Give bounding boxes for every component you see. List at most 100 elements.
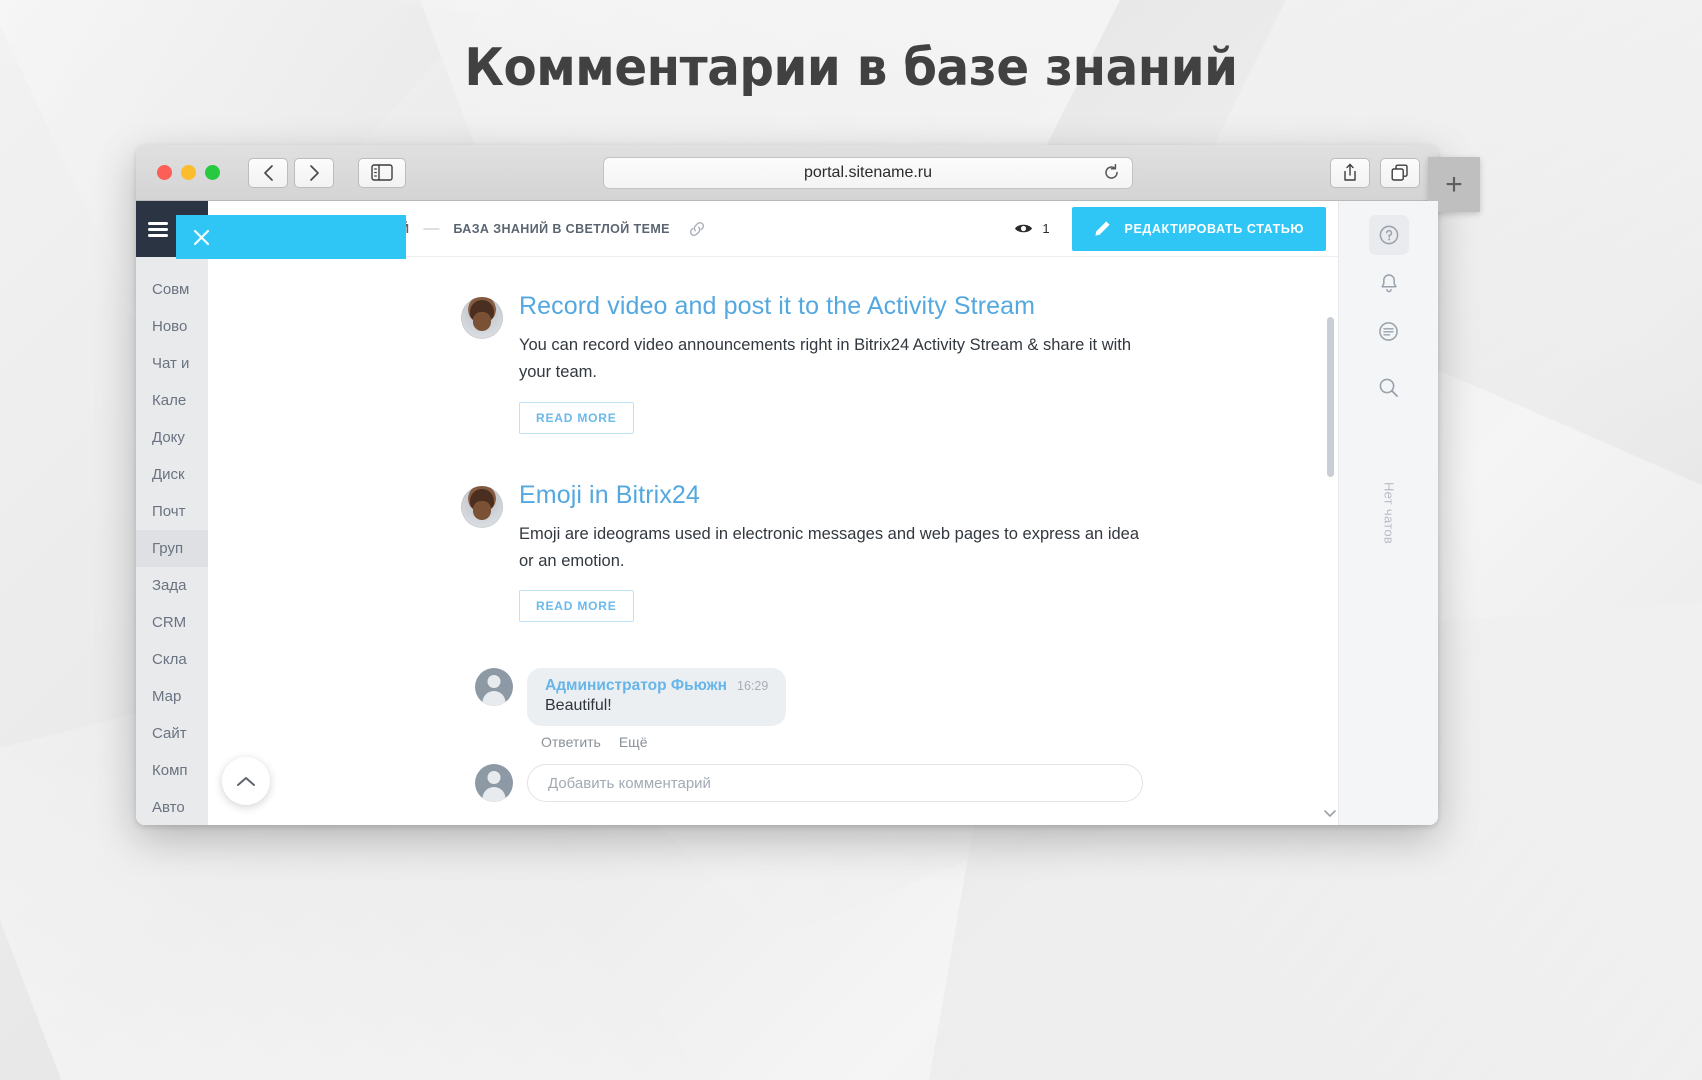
sidebar-toggle-button[interactable] (358, 158, 406, 188)
comment-input-placeholder: Добавить комментарий (548, 775, 711, 792)
sidebar-item-label: Кале (152, 392, 186, 409)
sidebar-item-6[interactable]: Почт (136, 493, 208, 530)
avatar (475, 668, 513, 706)
reload-button[interactable] (1103, 164, 1120, 181)
copy-link-button[interactable] (688, 220, 706, 238)
url-text: portal.sitename.ru (804, 164, 932, 182)
sidebar-item-label: Ново (152, 318, 187, 335)
sidebar-item-label: Доку (152, 429, 185, 446)
scroll-to-top-button[interactable] (222, 757, 270, 805)
address-bar[interactable]: portal.sitename.ru (603, 157, 1133, 189)
sidebar-item-label: Скла (152, 651, 187, 668)
view-count: 1 (1042, 221, 1049, 236)
scroll-down-arrow[interactable] (1324, 809, 1336, 821)
sidebar-item-label: Комп (152, 762, 188, 779)
pencil-icon (1094, 220, 1111, 237)
chevron-down-icon (1324, 809, 1336, 818)
back-button[interactable] (248, 158, 288, 188)
edit-article-label: РЕДАКТИРОВАТЬ СТАТЬЮ (1125, 222, 1304, 236)
read-more-button[interactable]: READ MORE (519, 402, 634, 434)
right-rail: Нет чатов (1338, 201, 1438, 825)
tab-overview-button[interactable] (1380, 158, 1420, 188)
comment-text: Beautiful! (545, 697, 768, 715)
comment-actions: Ответить Ещё (541, 734, 1143, 750)
breadcrumb-separator: — (423, 220, 439, 238)
comment-time: 16:29 (737, 679, 768, 693)
sidebar-toggle-icon (371, 164, 393, 181)
sidebar-item-2[interactable]: Чат и (136, 345, 208, 382)
article-title[interactable]: Emoji in Bitrix24 (519, 480, 1143, 511)
chat-status-text: Нет чатов (1381, 482, 1396, 544)
article-card: Emoji in Bitrix24 Emoji are ideograms us… (461, 480, 1143, 623)
sidebar-item-3[interactable]: Кале (136, 382, 208, 419)
comments-section: Администратор Фьюжн 16:29 Beautiful! Отв… (461, 668, 1143, 802)
sidebar-item-9[interactable]: CRM (136, 604, 208, 641)
view-counter: 1 (1014, 221, 1049, 236)
sidebar-item-label: Зада (152, 577, 187, 594)
main-content: БАЗЫ ЗНАНИЙ — БАЗА ЗНАНИЙ В СВЕТЛОЙ ТЕМЕ (208, 201, 1338, 825)
close-window-button[interactable] (157, 165, 172, 180)
chat-button[interactable] (1369, 311, 1409, 351)
left-sidebar: Совм Ново Чат и Кале Доку Диск Почт Груп… (136, 201, 208, 825)
help-button[interactable] (1369, 215, 1409, 255)
sidebar-item-8[interactable]: Зада (136, 567, 208, 604)
share-icon (1342, 163, 1358, 182)
sidebar-item-label: Груп (152, 540, 183, 557)
close-icon (192, 228, 211, 247)
sidebar-item-label: CRM (152, 614, 186, 631)
article-scroll-area[interactable]: Record video and post it to the Activity… (208, 257, 1338, 825)
page-title: Комментарии в базе знаний (60, 38, 1643, 98)
article-text: You can record video announcements right… (519, 332, 1143, 385)
sidebar-item-14[interactable]: Авто (136, 789, 208, 825)
reload-icon (1103, 164, 1120, 181)
sidebar-item-10[interactable]: Скла (136, 641, 208, 678)
comment-input[interactable]: Добавить комментарий (527, 764, 1143, 802)
more-link[interactable]: Ещё (619, 734, 648, 750)
article-title[interactable]: Record video and post it to the Activity… (519, 291, 1143, 322)
avatar (461, 297, 503, 339)
read-more-button[interactable]: READ MORE (519, 590, 634, 622)
reply-link[interactable]: Ответить (541, 734, 601, 750)
avatar (475, 764, 513, 802)
forward-button[interactable] (294, 158, 334, 188)
new-comment-row: Добавить комментарий (475, 764, 1143, 802)
sidebar-item-0[interactable]: Совм (136, 271, 208, 308)
sidebar-item-4[interactable]: Доку (136, 419, 208, 456)
link-icon (688, 220, 706, 238)
sidebar-item-1[interactable]: Ново (136, 308, 208, 345)
zoom-window-button[interactable] (205, 165, 220, 180)
sidebar-close-button[interactable] (176, 215, 406, 259)
chat-icon (1378, 321, 1399, 342)
notifications-button[interactable] (1369, 263, 1409, 303)
back-arrow-icon (262, 164, 275, 182)
browser-titlebar: portal.sitename.ru (136, 145, 1438, 201)
article-text: Emoji are ideograms used in electronic m… (519, 521, 1143, 574)
bell-icon (1379, 273, 1399, 294)
avatar (461, 486, 503, 528)
sidebar-item-label: Мар (152, 688, 181, 705)
content-scrollbar[interactable] (1327, 317, 1334, 477)
sidebar-item-5[interactable]: Диск (136, 456, 208, 493)
page-viewport: Совм Ново Чат и Кале Доку Диск Почт Груп… (136, 201, 1438, 825)
comment-bubble: Администратор Фьюжн 16:29 Beautiful! (527, 668, 786, 726)
browser-window: portal.sitename.ru (136, 145, 1438, 825)
comment-author[interactable]: Администратор Фьюжн (545, 677, 727, 695)
sidebar-item-label: Авто (152, 799, 185, 816)
forward-arrow-icon (308, 164, 321, 182)
window-controls[interactable] (157, 165, 220, 180)
tab-overview-icon (1391, 164, 1409, 182)
sidebar-item-7[interactable]: Груп (136, 530, 208, 567)
menu-burger-icon[interactable] (148, 219, 168, 240)
share-button[interactable] (1330, 158, 1370, 188)
chevron-up-icon (236, 775, 256, 788)
article-column: Record video and post it to the Activity… (403, 257, 1143, 802)
sidebar-item-11[interactable]: Мар (136, 678, 208, 715)
sidebar-item-13[interactable]: Комп (136, 752, 208, 789)
search-button[interactable] (1369, 367, 1409, 407)
edit-article-button[interactable]: РЕДАКТИРОВАТЬ СТАТЬЮ (1072, 207, 1326, 251)
sidebar-item-12[interactable]: Сайт (136, 715, 208, 752)
sidebar-item-label: Сайт (152, 725, 187, 742)
sidebar-item-label: Диск (152, 466, 185, 483)
minimize-window-button[interactable] (181, 165, 196, 180)
breadcrumb-current[interactable]: БАЗА ЗНАНИЙ В СВЕТЛОЙ ТЕМЕ (453, 222, 670, 236)
